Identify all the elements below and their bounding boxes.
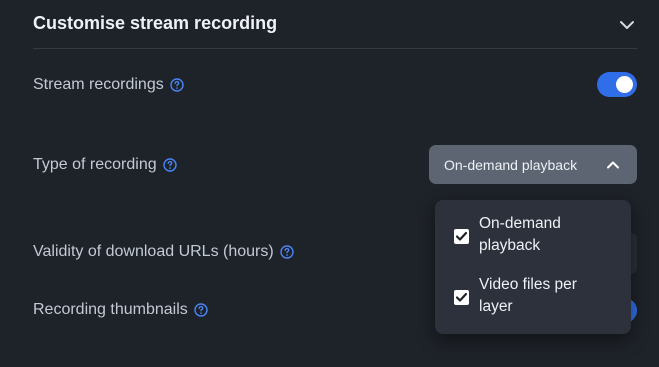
section-header[interactable]: Customise stream recording <box>33 0 637 49</box>
help-circle-icon[interactable] <box>162 158 177 172</box>
checkbox-checked[interactable] <box>454 229 469 244</box>
toggle-knob <box>616 76 633 93</box>
recording-type-value: On-demand playback <box>444 157 578 173</box>
option-video-files-per-layer[interactable]: Video files per layer <box>435 274 631 320</box>
type-of-recording-row: Type of recording <box>33 156 177 174</box>
type-of-recording-label: Type of recording <box>33 156 157 173</box>
option-label: Video files per layer <box>479 276 577 315</box>
help-circle-icon[interactable] <box>170 78 184 92</box>
stream-recordings-row: Stream recordings <box>33 76 184 94</box>
check-icon <box>455 231 468 241</box>
help-circle-icon[interactable] <box>194 303 208 317</box>
validity-label: Validity of download URLs (hours) <box>33 243 274 260</box>
stream-recordings-label: Stream recordings <box>33 76 164 93</box>
chevron-up-icon <box>605 157 621 173</box>
stream-recordings-toggle[interactable] <box>597 72 637 97</box>
chevron-down-icon[interactable] <box>618 16 636 34</box>
thumbnails-row: Recording thumbnails <box>33 301 208 319</box>
checkbox-checked[interactable] <box>454 290 469 305</box>
stream-recording-panel: Customise stream recording Stream record… <box>0 0 659 367</box>
option-label: On-demand playback <box>479 215 561 254</box>
recording-type-select[interactable]: On-demand playback <box>429 145 637 184</box>
recording-type-menu: On-demand playback Video files per layer <box>435 200 631 334</box>
validity-row: Validity of download URLs (hours) <box>33 243 294 261</box>
check-icon <box>455 292 468 302</box>
help-circle-icon[interactable] <box>280 245 294 259</box>
option-on-demand-playback[interactable]: On-demand playback <box>435 213 631 259</box>
thumbnails-label: Recording thumbnails <box>33 301 188 318</box>
section-title: Customise stream recording <box>33 13 278 33</box>
